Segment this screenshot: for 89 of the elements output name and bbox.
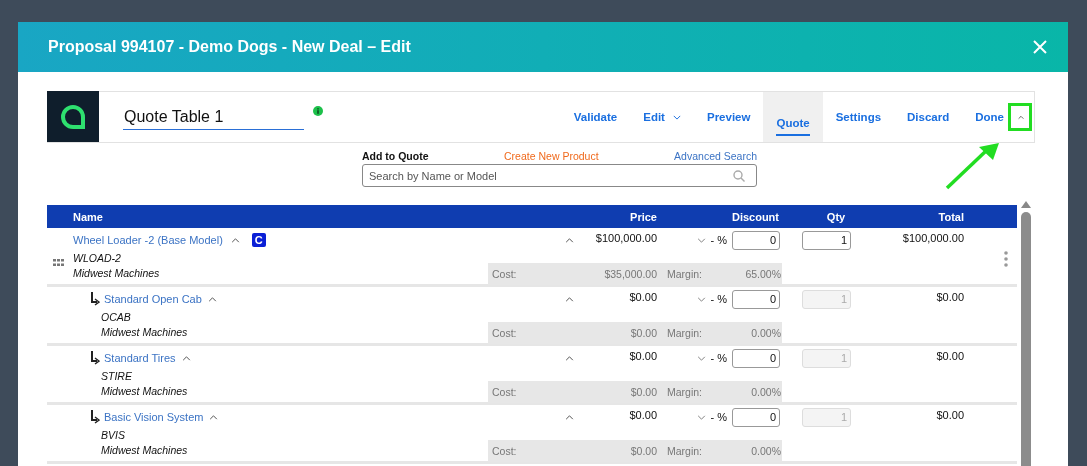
- discount-unit: - %: [710, 411, 727, 423]
- column-header: Name: [73, 210, 104, 223]
- discount-input[interactable]: 0: [732, 348, 780, 368]
- chevron-down-icon[interactable]: [696, 296, 706, 302]
- total-value: $0.00: [936, 291, 964, 303]
- cost-value: $0.00: [629, 327, 658, 339]
- close-icon[interactable]: [1033, 40, 1047, 54]
- price-value: $100,000.00: [595, 232, 657, 244]
- product-name-link[interactable]: Basic Vision System: [104, 411, 204, 423]
- sub-item-arrow-icon: [90, 351, 100, 365]
- cost-label: Cost:: [492, 445, 518, 457]
- sub-item-arrow-icon: [90, 410, 100, 424]
- window-title: Proposal 994107 - Demo Dogs - New Deal – Edit: [48, 38, 411, 56]
- discount-input[interactable]: 0: [732, 230, 780, 250]
- product-code: STIRE: [101, 370, 132, 382]
- toolbar-link[interactable]: Settings: [822, 92, 895, 142]
- price-value: $0.00: [629, 409, 657, 421]
- product-name-link[interactable]: Wheel Loader -2 (Base Model): [73, 234, 223, 246]
- total-value: $0.00: [936, 409, 964, 421]
- toolbar-link[interactable]: Edit: [630, 92, 694, 142]
- margin-label: Margin:: [666, 386, 703, 398]
- margin-value: 65.00%: [744, 268, 782, 280]
- pointer-arrow: [945, 143, 1001, 190]
- chevron-up-icon[interactable]: [209, 414, 219, 420]
- discount-input[interactable]: 0: [732, 407, 780, 427]
- scrollbar-thumb[interactable]: [1021, 212, 1031, 466]
- discount-input[interactable]: 0: [732, 289, 780, 309]
- cost-value: $0.00: [629, 445, 658, 457]
- chevron-up-icon[interactable]: [565, 414, 574, 420]
- table-name-field[interactable]: Quote Table 1: [123, 104, 304, 130]
- product-code: WLOAD-2: [73, 252, 121, 264]
- chevron-up-icon[interactable]: [207, 296, 217, 302]
- drag-handle-icon[interactable]: [53, 258, 64, 266]
- add-to-quote-label: Add to Quote: [362, 150, 429, 162]
- vendor-name: Midwest Machines: [73, 267, 160, 279]
- category-badge: C: [251, 233, 266, 247]
- advanced-search-link[interactable]: Advanced Search: [674, 150, 757, 162]
- toolbar-link[interactable]: Preview: [693, 92, 764, 142]
- more-options-icon[interactable]: [1003, 251, 1008, 267]
- chevron-down-icon[interactable]: [696, 414, 706, 420]
- column-header: Qty: [825, 210, 847, 223]
- total-value: $0.00: [936, 350, 964, 362]
- vendor-name: Midwest Machines: [101, 326, 188, 338]
- toolbar-link[interactable]: Discard: [894, 92, 963, 142]
- margin-label: Margin:: [666, 327, 703, 339]
- discount-unit: - %: [710, 293, 727, 305]
- cost-label: Cost:: [492, 386, 518, 398]
- toolbar-link[interactable]: Done: [962, 92, 1006, 142]
- vendor-name: Midwest Machines: [101, 444, 188, 456]
- chevron-down-icon[interactable]: [696, 355, 706, 361]
- search-icon: [733, 170, 745, 182]
- chevron-up-icon[interactable]: [565, 237, 574, 243]
- logo-icon: [47, 91, 99, 142]
- cost-value: $35,000.00: [603, 268, 658, 280]
- chevron-up-icon[interactable]: [565, 355, 574, 361]
- chevron-up-icon[interactable]: [565, 296, 574, 302]
- column-header: Total: [937, 210, 965, 223]
- cost-label: Cost:: [492, 327, 518, 339]
- margin-value: 0.00%: [750, 386, 782, 398]
- create-new-product-link[interactable]: Create New Product: [504, 150, 599, 162]
- margin-label: Margin:: [666, 445, 703, 457]
- margin-value: 0.00%: [750, 327, 782, 339]
- product-code: OCAB: [101, 311, 131, 323]
- total-value: $100,000.00: [902, 232, 964, 244]
- quantity-input[interactable]: 1: [802, 230, 851, 250]
- cost-label: Cost:: [492, 268, 518, 280]
- chevron-up-icon[interactable]: [181, 355, 191, 361]
- price-value: $0.00: [629, 350, 657, 362]
- margin-value: 0.00%: [750, 445, 782, 457]
- sub-item-arrow-icon: [90, 292, 100, 306]
- price-value: $0.00: [629, 291, 657, 303]
- product-name-link[interactable]: Standard Open Cab: [104, 293, 202, 305]
- info-icon[interactable]: [313, 106, 323, 116]
- product-name-link[interactable]: Standard Tires: [104, 352, 176, 364]
- scroll-up-icon[interactable]: [1021, 201, 1031, 208]
- toolbar-link[interactable]: Validate: [560, 92, 631, 142]
- cost-value: $0.00: [629, 386, 658, 398]
- chevron-down-icon[interactable]: [696, 237, 706, 243]
- margin-label: Margin:: [666, 268, 703, 280]
- discount-unit: - %: [710, 234, 727, 246]
- vendor-name: Midwest Machines: [101, 385, 188, 397]
- column-header: Price: [629, 210, 658, 223]
- product-code: BVIS: [101, 429, 125, 441]
- highlight-frame: [1008, 103, 1032, 131]
- column-header: Discount: [730, 210, 780, 223]
- search-field[interactable]: Search by Name or Model: [362, 164, 757, 187]
- tab[interactable]: Quote: [763, 92, 823, 142]
- discount-unit: - %: [710, 352, 727, 364]
- chevron-up-icon[interactable]: [230, 237, 240, 243]
